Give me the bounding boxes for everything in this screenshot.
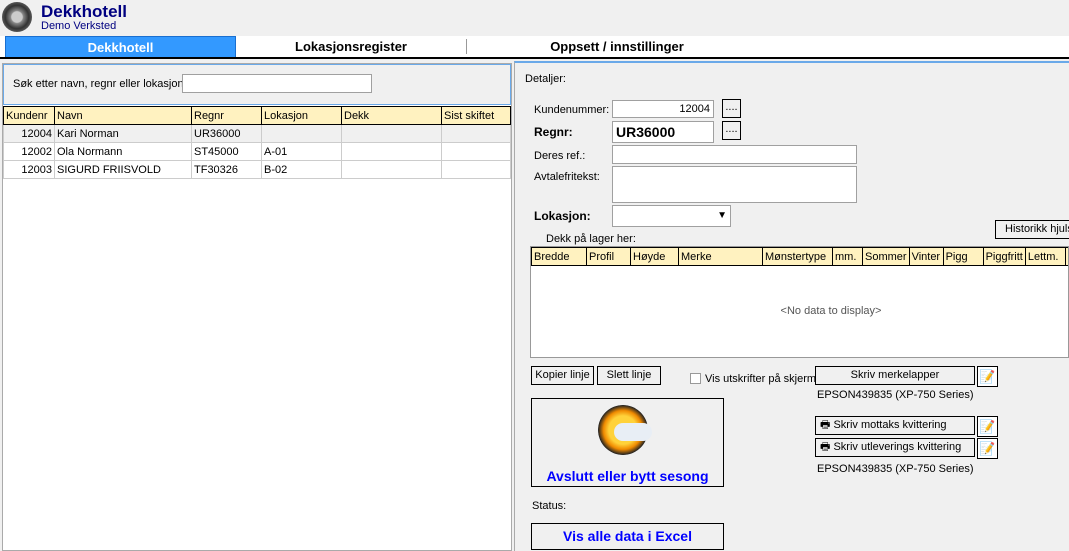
column-header[interactable]: Lettm.	[1024, 247, 1066, 266]
regnr-input[interactable]	[612, 121, 714, 143]
print-preview-icon[interactable]: 📝	[977, 366, 998, 387]
season-button[interactable]: Avslutt eller bytt sesong	[531, 398, 724, 487]
app-title: Dekkhotell	[41, 2, 127, 21]
tab-oppsett[interactable]: Oppsett / innstillinger	[467, 36, 767, 57]
table-cell: 12003	[3, 160, 55, 179]
kundenummer-input[interactable]	[612, 100, 714, 118]
tires-table: Bredde Profil Høyde Merke Mønstertype mm. Somm…	[531, 247, 1068, 266]
table-cell	[441, 142, 511, 161]
regnr-browse-button[interactable]: ....	[722, 121, 741, 140]
status-label: Status:	[532, 500, 567, 512]
print-labels-button[interactable]: Skriv merkelapper	[815, 366, 975, 385]
app-logo-tire-icon	[2, 2, 32, 32]
table-cell	[441, 124, 511, 143]
search-label: Søk etter navn, regnr eller lokasjon:	[13, 78, 187, 90]
regnr-label: Regnr:	[534, 125, 573, 139]
ref-label: Deres ref.:	[534, 150, 586, 162]
table-cell: TF30326	[191, 160, 262, 179]
column-header[interactable]: Høyde	[630, 247, 679, 266]
column-header[interactable]: Merke	[678, 247, 763, 266]
table-cell: Ola Normann	[54, 142, 192, 161]
kundenummer-browse-button[interactable]: ....	[722, 99, 741, 118]
column-header[interactable]: Kundenr	[3, 106, 55, 125]
lokasjon-select[interactable]: ▼	[612, 205, 731, 227]
printer-name-1: EPSON439835 (XP-750 Series)	[817, 389, 974, 401]
tab-bar: Dekkhotell Lokasjonsregister Oppsett / i…	[0, 36, 1069, 59]
column-header[interactable]: Lokasjon	[261, 106, 342, 125]
table-cell: 12004	[3, 124, 55, 143]
details-heading: Detaljer:	[525, 73, 566, 85]
fritekst-textarea[interactable]	[612, 166, 857, 203]
column-header[interactable]: mm.	[832, 247, 863, 266]
column-header[interactable]: Bredde	[531, 247, 587, 266]
ref-input[interactable]	[612, 145, 857, 164]
cloud-icon	[614, 423, 652, 441]
table-cell: SIGURD FRIISVOLD	[54, 160, 192, 179]
printer-icon: 🖶	[820, 419, 834, 431]
copy-line-button[interactable]: Kopier linje	[531, 366, 594, 385]
column-header[interactable]: Profil	[586, 247, 631, 266]
table-cell: ST45000	[191, 142, 262, 161]
printer-name-2: EPSON439835 (XP-750 Series)	[817, 463, 974, 475]
table-cell	[341, 124, 442, 143]
column-header[interactable]: S	[1064, 247, 1068, 266]
table-cell	[441, 160, 511, 179]
table-cell: 12002	[3, 142, 55, 161]
column-header[interactable]: Sommer	[862, 247, 910, 266]
print-preview-icon[interactable]: 📝	[977, 416, 998, 437]
delete-line-button[interactable]: Slett linje	[597, 366, 661, 385]
tires-grid: Bredde Profil Høyde Merke Mønstertype mm. Somm…	[530, 246, 1069, 358]
table-cell	[341, 160, 442, 179]
receipt-in-button[interactable]: 🖶 Skriv mottaks kvittering	[815, 416, 975, 435]
column-header[interactable]: Navn	[54, 106, 192, 125]
search-area: Søk etter navn, regnr eller lokasjon:	[3, 64, 511, 105]
table-cell: UR36000	[191, 124, 262, 143]
column-header[interactable]: Pigg	[942, 247, 984, 266]
printer-icon: 🖶	[820, 441, 834, 453]
table-cell: B-02	[261, 160, 342, 179]
table-cell: Kari Norman	[54, 124, 192, 143]
table-cell	[261, 124, 342, 143]
table-row[interactable]: 12003 SIGURD FRIISVOLD TF30326 B-02	[3, 160, 511, 179]
no-data-text: <No data to display>	[780, 305, 882, 317]
tab-lokasjonsregister[interactable]: Lokasjonsregister	[236, 36, 466, 57]
receipt-out-label: Skriv utleverings kvittering	[833, 441, 962, 453]
app-subtitle: Demo Verksted	[41, 20, 117, 32]
receipt-out-button[interactable]: 🖶 Skriv utleverings kvittering	[815, 438, 975, 457]
search-input[interactable]	[182, 74, 372, 93]
column-header[interactable]: Vinter	[908, 247, 944, 266]
tires-label: Dekk på lager her:	[546, 233, 636, 245]
chevron-down-icon: ▼	[717, 210, 727, 221]
customer-table: Kundenr Navn Regnr Lokasjon Dekk Sist skiftet…	[3, 106, 511, 179]
season-label: Avslutt eller bytt sesong	[546, 468, 709, 484]
column-header[interactable]: Regnr	[191, 106, 262, 125]
show-prints-checkbox[interactable]	[690, 373, 701, 384]
lokasjon-label: Lokasjon:	[534, 209, 591, 223]
column-header[interactable]: Dekk	[341, 106, 442, 125]
table-row[interactable]: 12002 Ola Normann ST45000 A-01	[3, 142, 511, 161]
table-cell	[341, 142, 442, 161]
column-header[interactable]: Mønstertype	[762, 247, 833, 266]
table-row[interactable]: 12004 Kari Norman UR36000	[3, 124, 511, 143]
show-prints-label: Vis utskrifter på skjerm	[705, 373, 817, 385]
column-header[interactable]: Sist skiftet	[441, 106, 511, 125]
print-preview-icon[interactable]: 📝	[977, 438, 998, 459]
historikk-button[interactable]: Historikk hjulskift	[995, 220, 1069, 239]
kundenummer-label: Kundenummer:	[534, 104, 610, 116]
receipt-in-label: Skriv mottaks kvittering	[833, 419, 947, 431]
fritekst-label: Avtalefritekst:	[534, 171, 600, 183]
column-header[interactable]: Piggfritt	[982, 247, 1026, 266]
tab-dekkhotell[interactable]: Dekkhotell	[5, 36, 236, 57]
customer-panel: Søk etter navn, regnr eller lokasjon: Ku…	[2, 63, 512, 551]
excel-button[interactable]: Vis alle data i Excel	[531, 523, 724, 550]
table-cell: A-01	[261, 142, 342, 161]
